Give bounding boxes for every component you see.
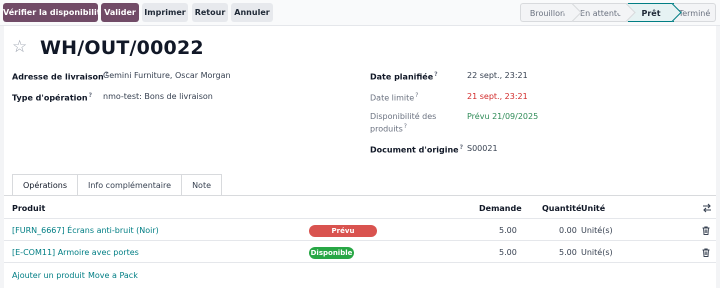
forecast-badge: Prévu 21/09/2025 [309, 225, 377, 247]
table-row-product[interactable]: [FURN_6667] Écrans anti-bruit (Noir) [12, 226, 159, 235]
trash-icon[interactable] [702, 248, 710, 257]
help-icon[interactable]: ? [415, 92, 418, 99]
tab-additional-info[interactable]: Info complémentaire [76, 174, 183, 196]
print-button[interactable]: Imprimer [142, 3, 188, 22]
tab-divider [4, 195, 716, 196]
status-stage-draft[interactable]: Brouillon [520, 3, 574, 22]
column-header-unit[interactable]: Unité [581, 204, 605, 213]
help-icon[interactable]: ? [460, 144, 463, 151]
deadline-label: Date limite? [370, 92, 419, 103]
scheduled-date-field[interactable]: 22 sept., 23:21 [467, 71, 528, 80]
favorite-star-icon[interactable]: ☆ [12, 39, 28, 56]
availability-label-line1: Disponibilité des [370, 112, 437, 121]
record-title: WH/OUT/00022 [40, 37, 204, 59]
table-row-demand[interactable]: 5.00 [499, 248, 517, 257]
cancel-button[interactable]: Annuler [231, 3, 273, 22]
sheet-margin-right [716, 26, 720, 288]
tab-note[interactable]: Note [181, 174, 222, 196]
column-header-demand[interactable]: Demande [479, 204, 522, 213]
table-row-demand[interactable]: 5.00 [499, 226, 517, 235]
tab-operations[interactable]: Opérations [12, 174, 78, 196]
delivery-address-field[interactable]: Gemini Furniture, Oscar Morgan [103, 71, 231, 80]
table-row-product[interactable]: [E-COM11] Armoire avec portes [12, 248, 139, 257]
table-row-unit[interactable]: Unité(s) [581, 248, 613, 257]
operation-type-label: Type d'opération? [12, 92, 93, 103]
control-panel: Vérifier la disponibilité Valider Imprim… [0, 0, 720, 26]
availability-label-line2: produits? [370, 123, 407, 134]
check-availability-button[interactable]: Vérifier la disponibilité [3, 3, 106, 22]
table-row-quantity[interactable]: 5.00 [559, 248, 577, 257]
sheet-margin-left [0, 26, 4, 288]
operation-type-field[interactable]: nmo-test: Bons de livraison [103, 92, 213, 101]
help-icon[interactable]: ? [434, 71, 437, 78]
status-bar: Brouillon En attente Prêt Terminé [520, 3, 716, 22]
table-header-divider [4, 218, 716, 219]
status-stage-waiting[interactable]: En attente [574, 3, 628, 22]
add-product-link[interactable]: Ajouter un produit [12, 271, 85, 280]
trash-icon[interactable] [702, 226, 710, 235]
validate-button[interactable]: Valider [101, 3, 139, 22]
origin-document-label: Document d'origine? [370, 144, 464, 155]
table-row-divider [4, 240, 716, 241]
table-row-divider [4, 262, 716, 263]
help-icon[interactable]: ? [404, 123, 407, 130]
move-pack-link[interactable]: Move a Pack [88, 271, 138, 280]
deadline-field: 21 sept., 23:21 [467, 92, 528, 101]
optional-columns-icon[interactable] [702, 203, 712, 213]
column-header-quantity[interactable]: Quantité [542, 204, 581, 213]
delivery-address-label: Adresse de livraison? [12, 71, 109, 82]
return-button[interactable]: Retour [192, 3, 228, 22]
availability-badge: Disponible [309, 247, 354, 259]
table-row-unit[interactable]: Unité(s) [581, 226, 613, 235]
origin-document-field[interactable]: S00021 [467, 144, 498, 153]
availability-field: Prévu 21/09/2025 [467, 112, 539, 121]
notebook-tabs: Opérations Info complémentaire Note [12, 174, 222, 196]
column-header-product[interactable]: Produit [12, 204, 45, 213]
table-row-quantity[interactable]: 0.00 [559, 226, 577, 235]
scheduled-date-label: Date planifiée? [370, 71, 438, 82]
help-icon[interactable]: ? [89, 92, 92, 99]
